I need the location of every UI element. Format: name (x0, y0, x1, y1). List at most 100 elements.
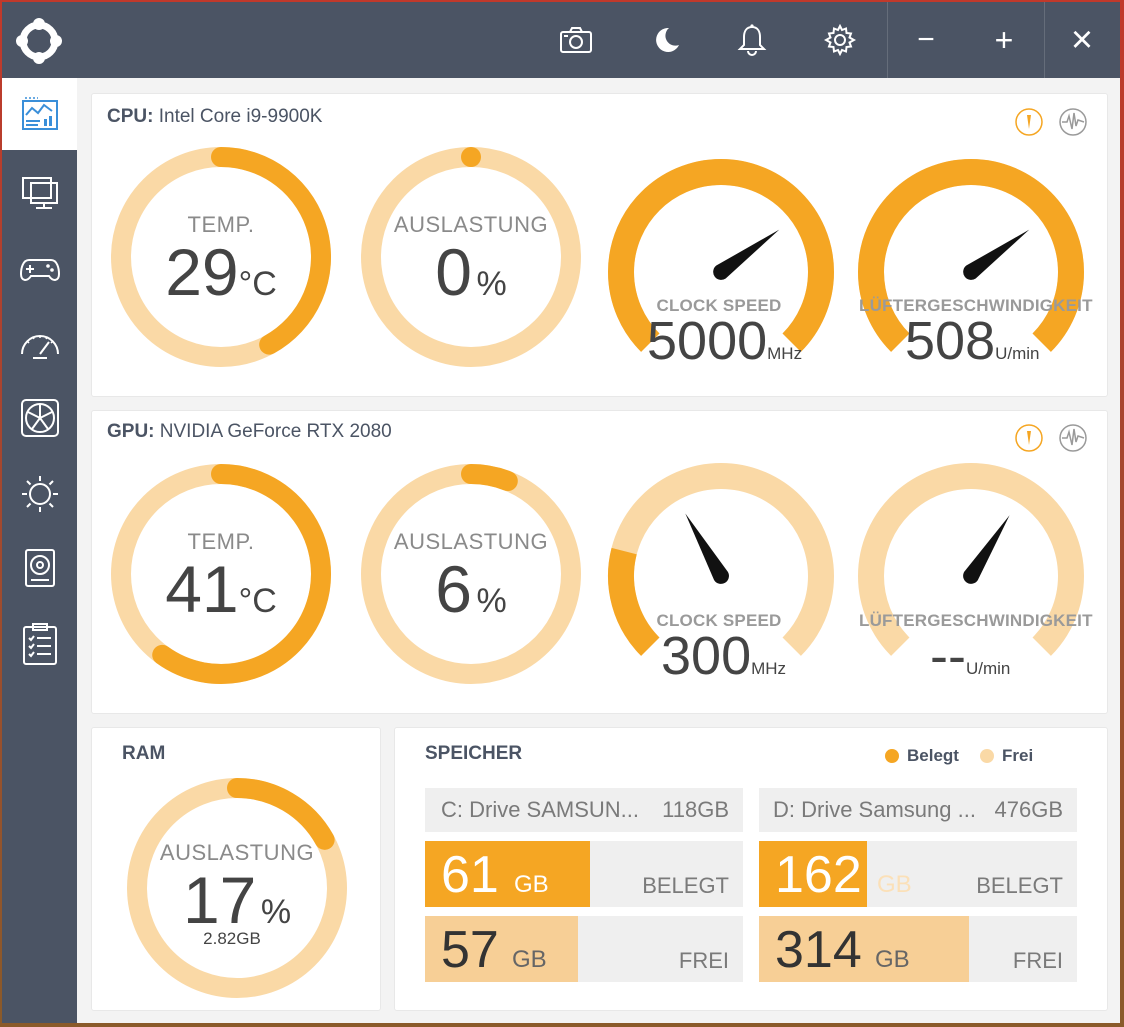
checklist-icon (22, 623, 57, 665)
sidebar-item-storage[interactable] (2, 532, 77, 604)
gpu-panel: GPU: NVIDIA GeForce RTX 2080 TEMP. 41°C … (91, 410, 1108, 714)
gpu-fan-value: --U/min (930, 625, 1010, 687)
cpu-clock-value: 5000MHz (647, 310, 802, 372)
cpu-temp-number: 29 (165, 235, 239, 309)
settings-button[interactable] (810, 2, 870, 78)
drive-c-free-row: 57 GB FREI (425, 916, 743, 982)
maximize-button[interactable]: + (974, 2, 1034, 78)
gpu-temp-value: 41°C (121, 551, 321, 627)
app-logo (16, 18, 62, 64)
drive-c-free-value: 57 (441, 921, 499, 979)
drive-c-used-row: 61 GB BELEGT (425, 841, 743, 907)
fan-icon (20, 399, 59, 437)
cpu-clock-number: 5000 (647, 311, 768, 371)
toolbar-separator (1044, 2, 1045, 78)
sidebar-item-system[interactable] (2, 156, 77, 228)
storage-panel: SPEICHER Belegt Frei C: Drive SAMSUN... … (394, 727, 1108, 1011)
cpu-fan-needle (963, 229, 1030, 280)
cpu-temp-value: 29°C (121, 234, 321, 310)
gpu-load-value: 6 % (371, 551, 571, 627)
sidebar-item-dashboard[interactable] (2, 78, 77, 150)
toolbar-separator (887, 2, 888, 78)
sidebar-item-reports[interactable] (2, 608, 77, 680)
cpu-fan-number: 508 (905, 311, 996, 371)
drive-d-used-tag: BELEGT (976, 873, 1063, 898)
legend-free: Frei (980, 746, 1033, 766)
gpu-load-number: 6 (435, 552, 473, 626)
gpu-clock-value: 300MHz (661, 625, 786, 687)
cpu-fan-unit: U/min (995, 344, 1040, 363)
gear-icon (824, 24, 856, 56)
close-icon: × (1070, 18, 1094, 61)
brightness-icon (21, 476, 58, 512)
title-bar: − + × (2, 2, 1120, 78)
sidebar-item-overclocking[interactable] (2, 308, 77, 380)
legend-free-label: Frei (1002, 746, 1034, 765)
gpu-load-unit: % (476, 582, 507, 620)
gpu-clock-unit: MHz (751, 659, 787, 678)
speedometer-icon (20, 335, 59, 359)
monitor-icon (21, 177, 58, 209)
drive-d-free-row: 314 GB FREI (759, 916, 1077, 982)
cpu-clock-needle (713, 229, 780, 280)
hard-drive-icon (24, 549, 55, 587)
drive-c-total: 118GB (662, 797, 729, 822)
legend-free-swatch (980, 749, 994, 763)
gpu-temp-number: 41 (165, 552, 239, 626)
notifications-button[interactable] (722, 2, 782, 78)
night-mode-button[interactable] (636, 2, 696, 78)
drive-c-name: C: Drive SAMSUN... (441, 797, 640, 822)
drive-d-total: 476GB (994, 797, 1064, 822)
sidebar-item-fans[interactable] (2, 382, 77, 454)
drive-d-used-unit: GB (877, 871, 912, 898)
cpu-panel: CPU: Intel Core i9-9900K TEMP. 29°C AUSL… (91, 93, 1108, 397)
drive-d-header[interactable]: D: Drive Samsung ... 476GB (759, 788, 1077, 832)
ram-unit: % (260, 893, 292, 931)
cpu-fan-value: 508U/min (905, 310, 1040, 372)
maximize-icon: + (994, 21, 1014, 58)
legend-used-label: Belegt (907, 746, 959, 765)
app-window: − + × CPU: Intel Core i9-9900K TEMP. 29°… (2, 2, 1120, 1023)
gpu-fan-needle (963, 515, 1010, 584)
ram-number: 17 (182, 863, 257, 937)
drive-c-header[interactable]: C: Drive SAMSUN... 118GB (425, 788, 743, 832)
gpu-fan-number: -- (930, 626, 966, 686)
minimize-icon: − (917, 23, 935, 56)
cpu-load-unit: % (476, 265, 507, 303)
ram-used: 2.82GB (203, 929, 261, 948)
bell-icon (737, 24, 767, 56)
drive-c-free-tag: FREI (678, 948, 729, 973)
drive-d-used-row: 162 GB BELEGT (759, 841, 1077, 907)
cpu-clock-unit: MHz (767, 344, 803, 363)
gamepad-icon (19, 259, 60, 281)
drive-c-used-tag: BELEGT (642, 873, 729, 898)
drive-d-name: D: Drive Samsung ... (773, 797, 976, 822)
cpu-load-arc (461, 147, 481, 167)
cpu-load-number: 0 (435, 235, 473, 309)
drive-d-free-value: 314 (775, 921, 862, 979)
sidebar (2, 78, 77, 1023)
close-button[interactable]: × (1052, 2, 1112, 78)
dashboard-icon (21, 97, 58, 130)
gpu-clock-arc (608, 547, 660, 656)
sidebar-item-gaming[interactable] (2, 233, 77, 305)
legend-used: Belegt (885, 746, 959, 766)
moon-icon (656, 27, 679, 52)
minimize-button[interactable]: − (896, 2, 956, 78)
legend-used-swatch (885, 749, 899, 763)
storage-title: SPEICHER (425, 743, 523, 764)
ram-panel: RAM AUSLASTUNG 17 % 2.82GB (91, 727, 381, 1011)
drive-d-free-unit: GB (875, 946, 910, 973)
gpu-clock-needle (685, 513, 729, 584)
gpu-temp-unit: °C (238, 582, 277, 620)
ram-arc (227, 778, 335, 850)
sidebar-item-lighting[interactable] (2, 458, 77, 530)
screenshot-button[interactable] (546, 2, 606, 78)
drive-c-used-value: 61 (441, 846, 499, 904)
gpu-load-arc (461, 464, 518, 492)
gpu-clock-number: 300 (661, 626, 752, 686)
drive-c-used-unit: GB (514, 871, 549, 898)
ram-value: 17 % (137, 862, 337, 938)
drive-d-used-value: 162 (775, 846, 862, 904)
cpu-load-value: 0 % (371, 234, 571, 310)
